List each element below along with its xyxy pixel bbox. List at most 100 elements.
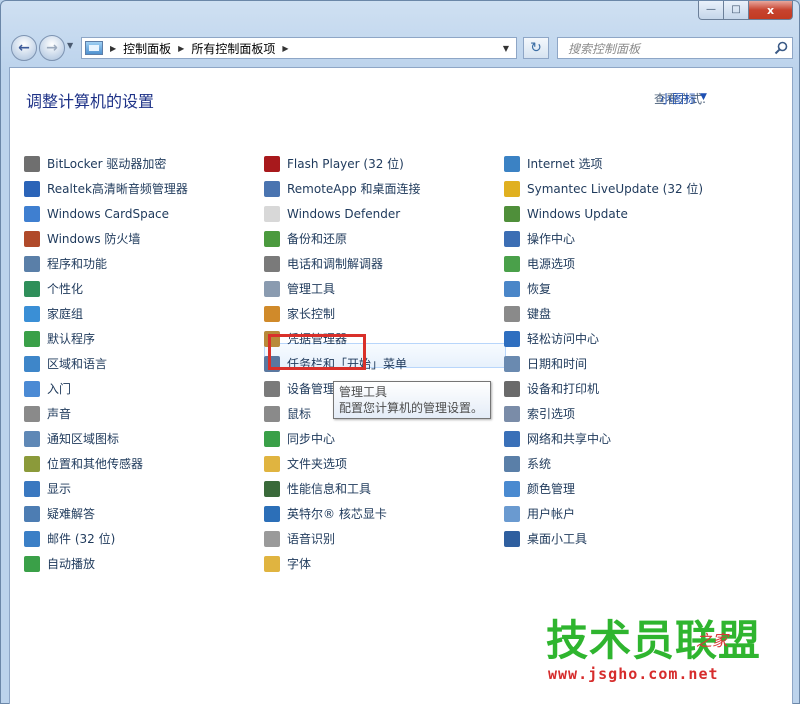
folder-options-icon [264,455,280,472]
control-panel-item[interactable]: 网络和共享中心 [504,426,703,451]
refresh-button[interactable]: ↻ [523,37,549,59]
control-panel-item[interactable]: Symantec LiveUpdate (32 位) [504,176,703,201]
control-panel-item[interactable]: 备份和还原 [264,226,421,251]
control-panel-item-label: 颜色管理 [527,482,576,496]
sound-icon [24,405,40,422]
control-panel-item[interactable]: 区域和语言 [24,351,188,376]
page-title: 调整计算机的设置 [26,92,155,111]
control-panel-item-label: 个性化 [47,282,84,296]
control-panel-item[interactable]: 显示 [24,476,188,501]
watermark: 技术员联盟 之家 www.jsgho.com.net [546,607,774,697]
control-panel-item-label: Windows 防火墙 [47,232,141,246]
control-panel-item[interactable]: Windows Update [504,201,703,226]
forward-button[interactable]: → [39,35,65,61]
control-panel-item[interactable]: 键盘 [504,301,703,326]
control-panel-item[interactable]: RemoteApp 和桌面连接 [264,176,421,201]
control-panel-item[interactable]: 同步中心 [264,426,421,451]
search-input[interactable]: 搜索控制面板 [568,40,640,57]
color-management-icon [504,480,520,497]
control-panel-item[interactable]: 文件夹选项 [264,451,421,476]
realtek-audio-icon [24,180,40,197]
maximize-button[interactable]: □ [724,1,749,20]
breadcrumb-control-panel[interactable]: 控制面板 [123,40,171,57]
control-panel-item[interactable]: 颜色管理 [504,476,703,501]
control-panel-item[interactable]: 通知区域图标 [24,426,188,451]
personalization-icon [24,280,40,297]
control-panel-item[interactable]: 设备和打印机 [504,376,703,401]
minimize-button[interactable]: — [698,1,724,20]
control-panel-item[interactable]: Flash Player (32 位) [264,151,421,176]
control-panel-item[interactable]: 用户帐户 [504,501,703,526]
control-panel-item-label: 用户帐户 [527,507,576,521]
control-panel-item-label: 显示 [47,482,72,496]
breadcrumb-all-items[interactable]: 所有控制面板项 [191,40,275,57]
control-panel-item[interactable]: 疑难解答 [24,501,188,526]
close-button[interactable]: x [749,1,793,20]
intel-graphics-icon [264,505,280,522]
breadcrumb-separator-icon[interactable]: ▶ [282,44,288,53]
remoteapp-icon [264,180,280,197]
control-panel-item[interactable]: 家长控制 [264,301,421,326]
control-panel-item-label: Windows Update [527,206,628,221]
control-panel-item[interactable]: Internet 选项 [504,151,703,176]
cardspace-icon [24,205,40,222]
fonts-icon [264,555,280,572]
control-panel-item[interactable]: 索引选项 [504,401,703,426]
address-dropdown-icon[interactable]: ▼ [496,38,516,58]
control-panel-item-label: 英特尔® 核芯显卡 [287,507,387,521]
control-panel-item[interactable]: 恢复 [504,276,703,301]
control-panel-item-label: BitLocker 驱动器加密 [47,157,167,171]
control-panel-item[interactable]: 入门 [24,376,188,401]
control-panel-item[interactable]: 声音 [24,401,188,426]
control-panel-item-label: 语音识别 [287,532,336,546]
control-panel-item[interactable]: 电源选项 [504,251,703,276]
control-panel-item[interactable]: 默认程序 [24,326,188,351]
caption-buttons: — □ x [698,1,793,20]
control-panel-item[interactable]: 邮件 (32 位) [24,526,188,551]
control-panel-item[interactable]: 性能信息和工具 [264,476,421,501]
control-panel-item[interactable]: Windows Defender [264,201,421,226]
control-panel-item[interactable]: 位置和其他传感器 [24,451,188,476]
control-panel-item[interactable]: 桌面小工具 [504,526,703,551]
control-panel-item-label: 通知区域图标 [47,432,120,446]
control-panel-item[interactable]: 系统 [504,451,703,476]
display-icon [24,480,40,497]
control-panel-item[interactable]: 轻松访问中心 [504,326,703,351]
control-panel-item-label: 自动播放 [47,557,96,571]
control-panel-item[interactable]: 电话和调制解调器 [264,251,421,276]
control-panel-item-label: 性能信息和工具 [287,482,372,496]
breadcrumb-separator-icon[interactable]: ▶ [110,44,116,53]
control-panel-item[interactable]: Windows CardSpace [24,201,188,226]
control-panel-item-label: 电话和调制解调器 [287,257,384,271]
speech-icon [264,530,280,547]
control-panel-item[interactable]: Windows 防火墙 [24,226,188,251]
device-manager-icon [264,380,280,397]
control-panel-item[interactable]: 操作中心 [504,226,703,251]
control-panel-item[interactable]: 英特尔® 核芯显卡 [264,501,421,526]
control-panel-item[interactable]: 字体 [264,551,421,576]
control-panel-item[interactable]: 语音识别 [264,526,421,551]
action-center-icon [504,230,520,247]
view-by-dropdown[interactable]: 小图标 [660,90,696,107]
control-panel-item-label: 恢复 [527,282,552,296]
phone-modem-icon [264,255,280,272]
search-icon[interactable] [774,41,788,55]
control-panel-item[interactable]: Realtek高清晰音频管理器 [24,176,188,201]
control-panel-item[interactable]: 个性化 [24,276,188,301]
address-bar[interactable]: ▶ 控制面板 ▶ 所有控制面板项 ▶ ▼ [81,37,517,59]
backup-restore-icon [264,230,280,247]
bitlocker-icon [24,155,40,172]
control-panel-item[interactable]: 管理工具 [264,276,421,301]
chevron-down-icon[interactable]: ▼ [700,92,707,102]
control-panel-item[interactable]: 家庭组 [24,301,188,326]
breadcrumb-separator-icon[interactable]: ▶ [178,44,184,53]
recent-pages-dropdown[interactable]: ▼ [67,41,73,50]
control-panel-item-label: 管理工具 [287,282,336,296]
back-button[interactable]: ← [11,35,37,61]
search-box[interactable]: 搜索控制面板 [557,37,793,59]
location-sensors-icon [24,455,40,472]
control-panel-item[interactable]: 自动播放 [24,551,188,576]
control-panel-item[interactable]: 日期和时间 [504,351,703,376]
control-panel-item[interactable]: BitLocker 驱动器加密 [24,151,188,176]
control-panel-item[interactable]: 程序和功能 [24,251,188,276]
